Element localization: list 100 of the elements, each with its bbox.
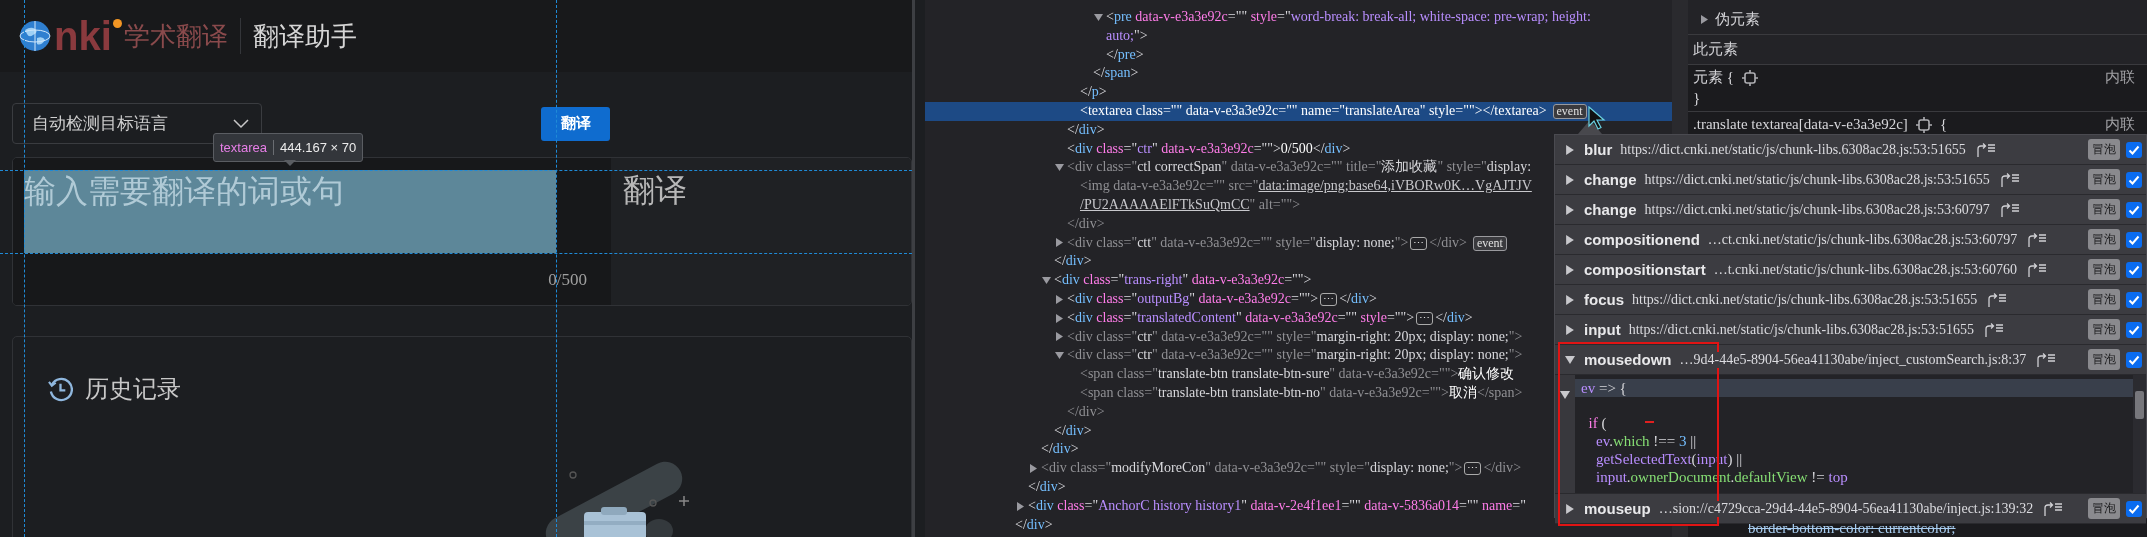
cursor-icon [1588,106,1606,130]
input-field[interactable]: 输入需要翻译的词或句 [24,170,556,253]
section-header[interactable]: 伪元素 [1693,10,1760,29]
markup-row[interactable]: <textarea class="" data-v-e3a3e92c="" name="translateArea" style=""></textarea> event [925,102,1672,121]
listener-row[interactable]: change https://dict.cnki.net/static/js/chunk-libs.6308ac28.js:53:60797 冒泡 [1555,195,2146,225]
markup-row[interactable]: </span> [925,64,1672,84]
selector-text: .translate textarea[data-v-e3a3e92c] [1693,116,1908,133]
crosshair-icon[interactable] [1915,116,1932,133]
code-line: ev => { [1581,380,1627,396]
event-name: compositionend [1584,231,1700,248]
expand-arrow-icon[interactable] [1565,204,1575,215]
bubbling-badge: 冒泡 [2088,498,2120,519]
jump-icon[interactable] [2036,352,2057,367]
jump-icon[interactable] [1999,202,2020,217]
checkbox[interactable] [2126,500,2142,517]
expand-arrow-icon[interactable] [1055,313,1064,323]
event-name: change [1584,171,1637,188]
listener-row[interactable]: focus https://dict.cnki.net/static/js/chunk-libs.6308ac28.js:53:51655 冒泡 [1555,285,2146,315]
markup-text: <div class="modifyMoreCon" data-v-e3a3e92c="" style="display: none;"> ⋯ </div> [1041,459,1522,478]
event-badge[interactable]: event [1552,104,1587,119]
rule-source[interactable]: 内联 [2105,68,2135,87]
jump-icon[interactable] [2027,232,2048,247]
markup-text: </span> [1093,64,1139,83]
jump-icon[interactable] [1987,292,2008,307]
jump-icon[interactable] [2027,262,2047,277]
markup-text: </div> [1015,515,1053,534]
expand-arrow-icon[interactable] [1565,503,1575,514]
selector-text: 元素 { [1693,68,1734,87]
event-badge[interactable]: event [1472,235,1507,251]
checkbox[interactable] [2126,201,2142,218]
source-link[interactable]: …t.cnki.net/static/js/chunk-libs.6308ac28.js:53:60760 [1713,261,2017,278]
event-name: mousedown [1584,351,1672,368]
source-link[interactable]: https://dict.cnki.net/static/js/chunk-libs.6308ac28.js:53:51655 [1644,171,1990,188]
source-link[interactable]: …ct.cnki.net/static/js/chunk-libs.6308ac28.js:53:60797 [1707,231,2018,248]
checkbox[interactable] [2126,351,2142,368]
checkbox[interactable] [2126,171,2142,188]
source-link[interactable]: …9d4-44e5-8904-56ea41130abe/inject_customSearch.js:8:37 [1679,351,2027,368]
expand-arrow-icon[interactable] [1565,234,1575,245]
listener-row[interactable]: input https://dict.cnki.net/static/js/chunk-libs.6308ac28.js:53:51655 冒泡 [1555,315,2146,345]
source-link[interactable]: https://dict.cnki.net/static/js/chunk-libs.6308ac28.js:53:60797 [1644,201,1990,218]
expand-arrow-icon[interactable] [1565,174,1575,185]
event-name: compositionstart [1584,261,1706,278]
expand-arrow-icon[interactable] [1055,163,1064,173]
event-name: input [1584,321,1621,338]
checkbox[interactable] [2126,321,2142,338]
expand-arrow-icon[interactable] [1016,501,1025,511]
crosshair-icon[interactable] [1741,69,1758,86]
history-clock-icon [48,376,73,402]
tag-name: textarea [214,140,274,155]
markup-row[interactable]: <pre data-v-e3a3e92c="" style="word-break: break-all; white-space: pre-wrap; height: auto;"> [925,8,1672,46]
markup-row[interactable]: </pre> [925,45,1672,65]
source-link[interactable]: …sion://c4729cca-29d4-44e5-8904-56ea41130abe/inject.js:139:32 [1658,500,2034,517]
fold-arrow-icon[interactable] [1560,390,1570,400]
source-link[interactable]: https://dict.cnki.net/static/js/chunk-libs.6308ac28.js:53:51655 [1620,141,1966,158]
markup-text: </pre> [1106,45,1144,64]
jump-icon[interactable] [2043,501,2064,516]
source-link[interactable]: https://dict.cnki.net/static/js/chunk-libs.6308ac28.js:53:51655 [1628,321,1974,338]
expand-arrow-icon[interactable] [1055,294,1064,304]
scrollbar-thumb[interactable] [2135,391,2144,419]
listener-row[interactable]: change https://dict.cnki.net/static/js/chunk-libs.6308ac28.js:53:51655 冒泡 [1555,165,2146,195]
logo-dot [112,19,122,28]
expand-arrow-icon[interactable] [1565,144,1575,155]
jump-icon[interactable] [1999,172,2020,187]
expand-arrow-icon[interactable] [1055,351,1064,361]
expand-arrow-icon[interactable] [1055,332,1064,342]
app-title: 翻译助手 [252,19,357,53]
bubbling-badge: 冒泡 [2088,319,2120,340]
listener-row[interactable]: mouseup …sion://c4729cca-29d4-44e5-8904-56ea41130abe/inject.js:139:32 冒泡 [1555,494,2146,524]
translate-button[interactable]: 翻译 [541,106,610,141]
expand-arrow-icon[interactable] [1055,238,1064,248]
jump-icon[interactable] [1975,142,1996,157]
markup-text: <div class="ctr" data-v-e3a3e92c="" style="margin-right: 20px; display: none;"> [1067,327,1523,346]
event-name: mouseup [1584,500,1651,517]
expand-arrow-icon[interactable] [1565,324,1575,335]
expand-arrow-icon[interactable] [1565,294,1575,305]
checkbox[interactable] [2126,291,2142,308]
brace-text: } [1693,90,1701,107]
markup-text: <div class="translatedContent" data-v-e3a3e92c="" style=""> ⋯ </div> [1067,308,1473,327]
bubbling-badge: 冒泡 [2088,349,2120,370]
listener-row[interactable]: blur https://dict.cnki.net/static/js/chunk-libs.6308ac28.js:53:51655 冒泡 [1555,135,2146,165]
listener-row[interactable]: compositionstart …t.cnki.net/static/js/chunk-libs.6308ac28.js:53:60760 冒泡 [1555,255,2146,285]
code-line: if ( [1587,415,1607,431]
source-link[interactable]: https://dict.cnki.net/static/js/chunk-libs.6308ac28.js:53:51655 [1632,291,1978,308]
expand-arrow-icon[interactable] [1042,276,1051,286]
expand-arrow-icon[interactable] [1029,464,1038,473]
listener-row[interactable]: mousedown …9d4-44e5-8904-56ea41130abe/inject_customSearch.js:8:37 冒泡 [1555,345,2146,375]
checkbox[interactable] [2126,231,2142,248]
checkbox[interactable] [2126,141,2142,158]
logo-subtitle: 学术翻译 [123,19,228,53]
markup-row[interactable]: </p> [925,83,1672,102]
markup-text: <div class="ctl correctSpan" data-v-e3a3e92c="" title="添加收藏" style="display: [1067,158,1532,177]
expand-arrow-icon[interactable] [1565,264,1575,275]
listener-row[interactable]: compositionend …ct.cnki.net/static/js/chunk-libs.6308ac28.js:53:60797 冒泡 [1555,225,2146,255]
rule-source[interactable]: 内联 [2105,115,2135,134]
bubbling-badge: 冒泡 [2088,289,2120,310]
markup-text: <div class="ctt" data-v-e3a3e92c="" style="display: none;"> ⋯ </div> [1067,233,1467,252]
expand-arrow-icon[interactable] [1094,12,1103,22]
jump-icon[interactable] [1983,322,2004,337]
expand-arrow-icon[interactable] [1565,354,1575,365]
checkbox[interactable] [2126,261,2142,278]
